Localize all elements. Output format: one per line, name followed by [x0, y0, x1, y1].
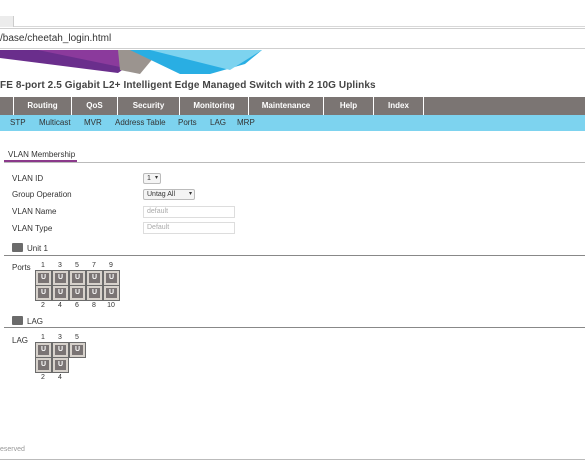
port-state: U [106, 288, 117, 298]
nav-item-routing[interactable]: Routing [14, 97, 72, 115]
port-1[interactable]: U [35, 270, 52, 286]
group-operation-value: Untag All [147, 191, 176, 198]
address-text: /base/cheetah_login.html [0, 33, 112, 44]
lag-number: 1 [41, 334, 45, 341]
subnav-item-mvr[interactable]: MVR [84, 115, 102, 131]
port-4[interactable]: U [52, 285, 69, 301]
vlan-id-select[interactable]: 1 ▾ [143, 173, 161, 184]
brand-banner [0, 50, 585, 74]
section-divider [4, 162, 585, 163]
lag-3[interactable]: U [52, 342, 69, 358]
page-title: FE 8-port 2.5 Gigabit L2+ Intelligent Ed… [0, 80, 376, 91]
address-bar[interactable]: /base/cheetah_login.html [0, 28, 585, 49]
port-state: U [89, 288, 100, 298]
banner-graphic [0, 50, 262, 74]
port-number: 1 [41, 262, 45, 269]
group-operation-label: Group Operation [12, 190, 72, 199]
subnav-item-lag[interactable]: LAG [210, 115, 226, 131]
port-8[interactable]: U [86, 285, 103, 301]
nav-item-home[interactable] [0, 97, 14, 115]
lag-number: 5 [75, 334, 79, 341]
nav-item-maintenance[interactable]: Maintenance [249, 97, 324, 115]
nav-item-help[interactable]: Help [324, 97, 374, 115]
port-3[interactable]: U [52, 270, 69, 286]
port-10[interactable]: U [103, 285, 120, 301]
port-number: 5 [75, 262, 79, 269]
footer-text: eserved [0, 446, 25, 453]
port-number: 9 [109, 262, 113, 269]
footer-divider [0, 459, 585, 460]
vlan-type-label: VLAN Type [12, 224, 53, 233]
port-state: U [55, 288, 66, 298]
vlan-id-value: 1 [147, 175, 151, 182]
lag-5[interactable]: U [69, 342, 86, 358]
lag-1[interactable]: U [35, 342, 52, 358]
lag-4[interactable]: U [52, 357, 69, 373]
port-7[interactable]: U [86, 270, 103, 286]
nav-item-security[interactable]: Security [118, 97, 180, 115]
vlan-name-field[interactable]: default [143, 206, 235, 218]
lag-state: U [55, 360, 66, 370]
port-state: U [106, 273, 117, 283]
port-6[interactable]: U [69, 285, 86, 301]
lag-state: U [72, 345, 83, 355]
port-state: U [72, 273, 83, 283]
lag-label: LAG [12, 336, 29, 345]
subnav-item-ports[interactable]: Ports [178, 115, 197, 131]
subnav-item-stp[interactable]: STP [10, 115, 26, 131]
lag-number: 3 [58, 334, 62, 341]
lag-title: LAG [27, 317, 44, 326]
port-number: 8 [92, 302, 96, 309]
lag-state: U [38, 360, 49, 370]
lag-number: 2 [41, 374, 45, 381]
folder-icon [12, 243, 23, 252]
port-9[interactable]: U [103, 270, 120, 286]
unit-divider [4, 255, 585, 256]
main-nav: Routing QoS Security Monitoring Maintena… [0, 97, 585, 115]
nav-item-qos[interactable]: QoS [72, 97, 118, 115]
port-number: 10 [107, 302, 115, 309]
lag-state: U [38, 345, 49, 355]
subnav-item-multicast[interactable]: Multicast [39, 115, 71, 131]
port-state: U [72, 288, 83, 298]
nav-item-monitoring[interactable]: Monitoring [180, 97, 249, 115]
lag-divider [4, 327, 585, 328]
chevron-down-icon: ▾ [154, 175, 158, 181]
vlan-name-label: VLAN Name [12, 207, 57, 216]
port-number: 4 [58, 302, 62, 309]
port-2[interactable]: U [35, 285, 52, 301]
group-operation-select[interactable]: Untag All ▾ [143, 189, 195, 200]
port-number: 3 [58, 262, 62, 269]
chevron-down-icon: ▾ [188, 191, 192, 197]
port-number: 2 [41, 302, 45, 309]
sub-nav: STP Multicast MVR Address Table Ports LA… [0, 115, 585, 131]
port-number: 6 [75, 302, 79, 309]
section-title: VLAN Membership [8, 150, 76, 159]
lag-2[interactable]: U [35, 357, 52, 373]
unit-title: Unit 1 [27, 244, 48, 253]
nav-item-empty [424, 97, 585, 115]
port-state: U [38, 288, 49, 298]
browser-toolbar [0, 0, 585, 27]
nav-item-index[interactable]: Index [374, 97, 424, 115]
lag-state: U [55, 345, 66, 355]
vlan-type-field: Default [143, 222, 235, 234]
browser-tab[interactable] [0, 16, 14, 27]
vlan-id-label: VLAN ID [12, 174, 44, 183]
ports-label: Ports [12, 263, 31, 272]
subnav-item-mrp[interactable]: MRP [237, 115, 255, 131]
port-5[interactable]: U [69, 270, 86, 286]
port-state: U [38, 273, 49, 283]
port-state: U [55, 273, 66, 283]
lag-number: 4 [58, 374, 62, 381]
port-number: 7 [92, 262, 96, 269]
folder-icon [12, 316, 23, 325]
port-state: U [89, 273, 100, 283]
subnav-item-address-table[interactable]: Address Table [115, 115, 166, 131]
